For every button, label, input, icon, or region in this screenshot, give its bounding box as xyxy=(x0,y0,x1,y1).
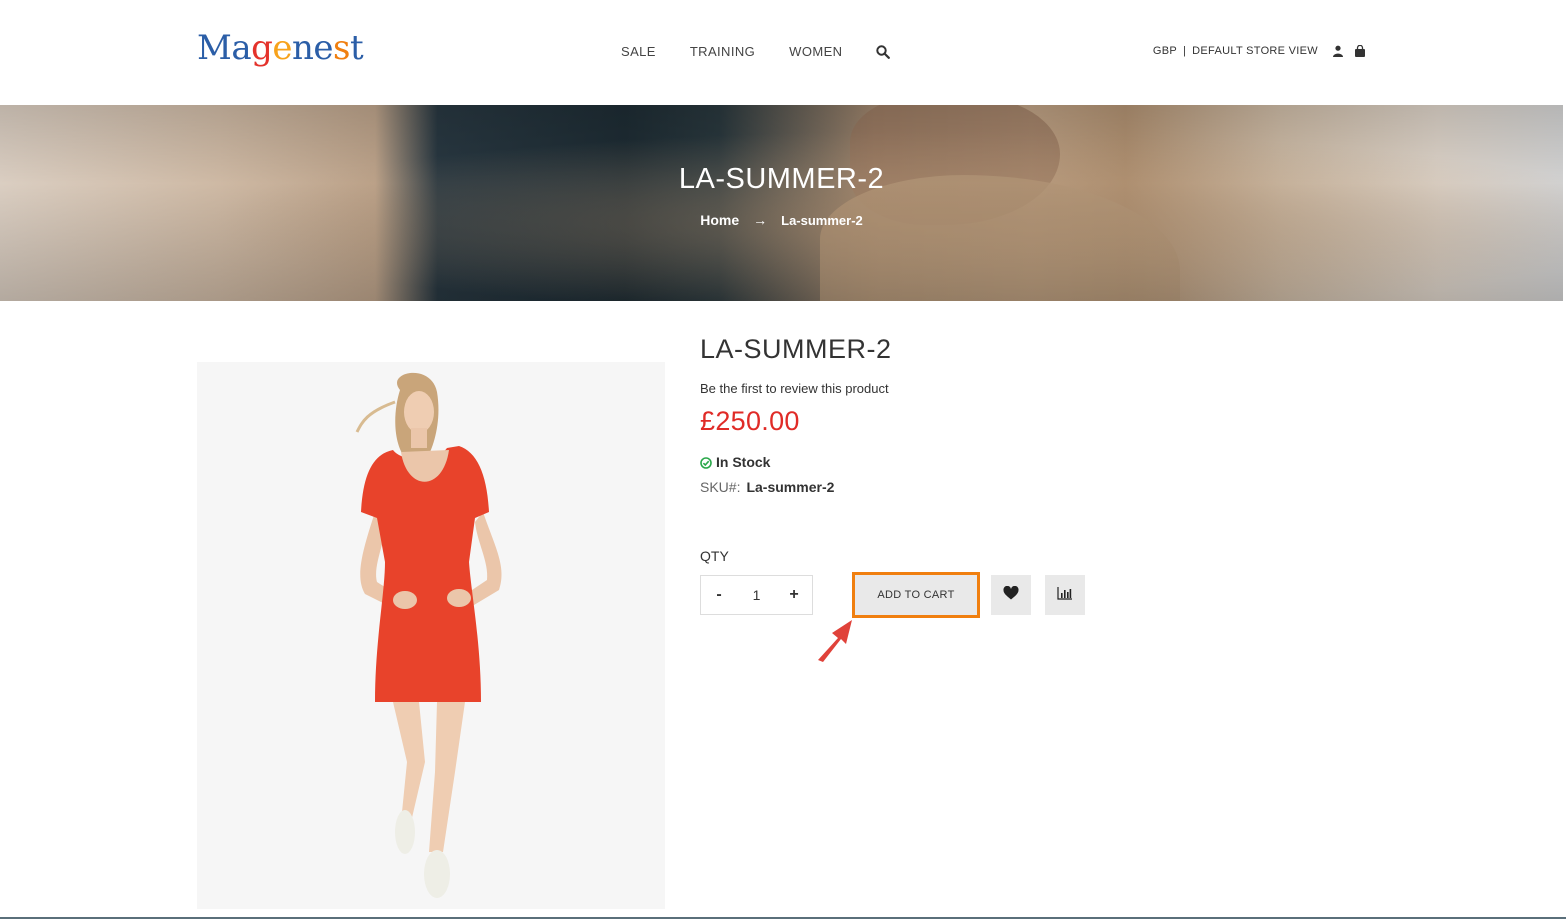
breadcrumb-arrow-icon: → xyxy=(753,212,768,228)
bar-chart-icon xyxy=(1057,586,1073,605)
logo-letter: e xyxy=(272,28,292,68)
sku-label: SKU#: xyxy=(700,479,741,495)
qty-input[interactable] xyxy=(736,587,777,603)
breadcrumb: Home → La-summer-2 xyxy=(0,212,1563,228)
qty-decrease-button[interactable]: - xyxy=(713,586,725,604)
header-switchers: GBP | DEFAULT STORE VIEW xyxy=(1153,44,1366,57)
search-icon[interactable] xyxy=(876,44,891,59)
add-to-cart-button[interactable]: ADD TO CART xyxy=(852,572,980,618)
site-header: Magenest SALE TRAINING WOMEN GBP | DEFAU… xyxy=(0,0,1566,105)
review-link[interactable]: Be the first to review this product xyxy=(700,381,889,396)
page-banner: LA-SUMMER-2 Home → La-summer-2 xyxy=(0,105,1563,301)
product-title: LA-SUMMER-2 xyxy=(700,334,892,364)
product-price: £250.00 xyxy=(700,406,800,436)
product-image[interactable] xyxy=(197,362,665,909)
sku: SKU#: La-summer-2 xyxy=(700,479,834,495)
compare-button[interactable] xyxy=(1045,575,1085,615)
sku-value: La-summer-2 xyxy=(746,479,835,495)
logo-letter: t xyxy=(349,28,364,68)
nav-item-training[interactable]: TRAINING xyxy=(690,44,755,59)
annotation-arrow-icon xyxy=(812,616,858,664)
heart-icon xyxy=(1003,585,1019,605)
main-nav: SALE TRAINING WOMEN xyxy=(621,44,891,59)
quantity-stepper: - + xyxy=(700,575,813,615)
check-circle-icon xyxy=(700,456,712,469)
logo-letter: s xyxy=(333,28,350,68)
breadcrumb-current: La-summer-2 xyxy=(781,212,863,228)
stock-status: In Stock xyxy=(700,454,770,470)
footer-divider xyxy=(0,917,1566,919)
qty-increase-button[interactable]: + xyxy=(788,586,800,604)
logo-letter: a xyxy=(231,28,252,68)
switcher-separator: | xyxy=(1183,45,1187,57)
currency-switcher[interactable]: GBP xyxy=(1153,45,1177,57)
magenest-logo[interactable]: Magenest xyxy=(197,26,364,70)
logo-letter: n xyxy=(292,28,314,68)
stock-label: In Stock xyxy=(716,454,771,470)
user-icon[interactable] xyxy=(1332,45,1344,57)
logo-letter: g xyxy=(251,28,273,68)
banner-title: LA-SUMMER-2 xyxy=(678,163,885,195)
logo-letter: e xyxy=(313,28,334,68)
store-view-switcher[interactable]: DEFAULT STORE VIEW xyxy=(1192,45,1318,57)
shopping-bag-icon[interactable] xyxy=(1354,44,1366,57)
wishlist-button[interactable] xyxy=(991,575,1031,615)
nav-item-women[interactable]: WOMEN xyxy=(789,44,842,59)
breadcrumb-home[interactable]: Home xyxy=(700,212,739,228)
qty-label: QTY xyxy=(700,548,729,564)
banner-photo-shade xyxy=(0,105,1563,301)
logo-letter: M xyxy=(197,28,232,68)
nav-item-sale[interactable]: SALE xyxy=(621,44,656,59)
